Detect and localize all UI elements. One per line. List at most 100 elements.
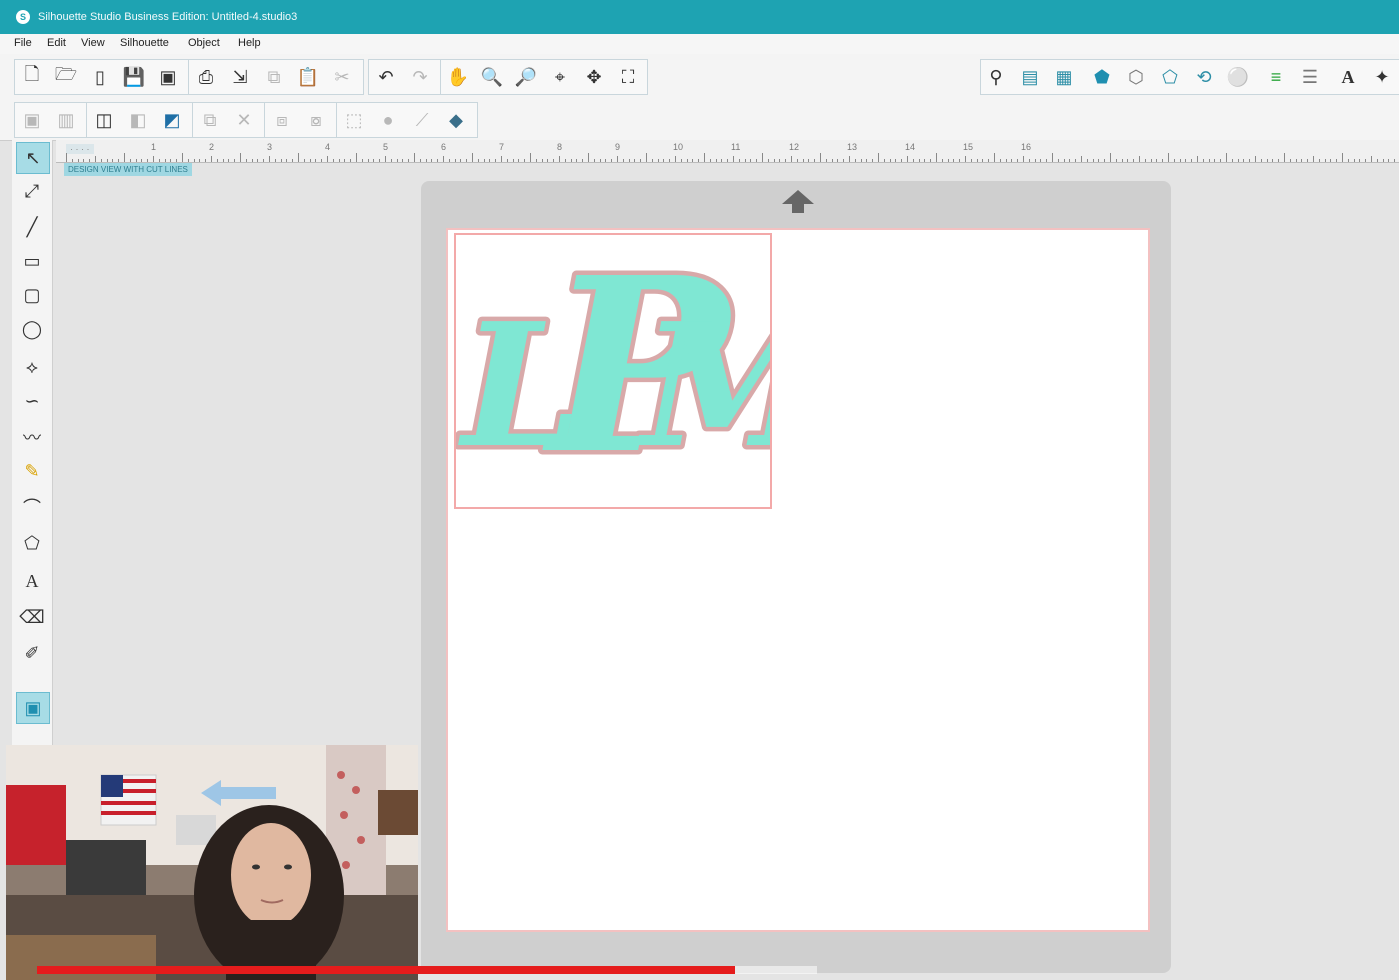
compound-icon[interactable]: ◫ [89, 105, 119, 135]
text-style-icon[interactable]: A [1333, 62, 1363, 92]
monogram-selection-box[interactable]: L P M L P M [454, 233, 772, 509]
menu-help[interactable]: Help [238, 37, 261, 49]
ellipse-tool-icon[interactable]: ◯ [16, 314, 48, 344]
subtract-icon[interactable]: ⧇ [301, 105, 331, 135]
copy-icon[interactable]: ⧉ [259, 62, 289, 92]
save-to-library-icon[interactable]: ▣ [153, 62, 183, 92]
edit-points-icon[interactable]: ⤢ [16, 176, 48, 206]
menu-object[interactable]: Object [188, 37, 220, 49]
ungroup-icon[interactable]: ▥ [51, 105, 81, 135]
ruler-tick [483, 159, 485, 162]
video-progress-fill[interactable] [37, 966, 736, 974]
transform-icon[interactable]: ✦ [1367, 62, 1397, 92]
weld-icon[interactable]: ⧈ [267, 105, 297, 135]
zoom-in-icon[interactable]: 🔍 [477, 62, 507, 92]
select-arrow-icon[interactable]: ↖ [16, 142, 50, 174]
polygon-tool-icon[interactable]: ⟡ [16, 352, 48, 382]
eraser-tool-icon[interactable]: ⌫ [16, 602, 48, 632]
curve-tool-icon[interactable]: ∽ [16, 386, 48, 416]
fill-color-icon[interactable]: ⚲ [981, 62, 1011, 92]
cut-icon[interactable]: ✂ [327, 62, 357, 92]
rectangle-tool-icon[interactable]: ▭ [16, 246, 48, 276]
ruler-tick [460, 159, 462, 162]
group-icon[interactable]: ▣ [17, 105, 47, 135]
open-folder-icon[interactable]: 🗁 [51, 62, 81, 92]
send-icon[interactable]: ⇲ [225, 62, 255, 92]
fit-page-icon[interactable]: ⛶ [613, 62, 643, 92]
arc-tool-icon[interactable]: ⌒ [16, 492, 48, 522]
freehand-tool-icon[interactable]: 〰 [16, 422, 48, 452]
page-setup-icon[interactable]: ▤ [1015, 62, 1045, 92]
save-icon[interactable]: 💾 [119, 62, 149, 92]
zoom-select-icon[interactable]: ⌖ [545, 62, 575, 92]
ruler-tick [1214, 159, 1216, 162]
replicate-icon[interactable]: ⚪ [1223, 62, 1253, 92]
load-direction-arrow-icon [778, 186, 818, 216]
text-tool-icon[interactable]: A [16, 566, 48, 596]
delete-icon[interactable]: ✕ [229, 105, 259, 135]
ruler-tick [199, 159, 201, 162]
rounded-rect-tool-icon[interactable]: ▢ [16, 280, 48, 310]
stack-icon[interactable]: ◆ [441, 105, 471, 135]
duplicate-icon[interactable]: ⧉ [195, 105, 225, 135]
ruler-number: 6 [441, 142, 447, 152]
library-icon[interactable]: ▯ [85, 62, 115, 92]
bring-front-icon[interactable]: ◩ [157, 105, 187, 135]
ruler-tick [327, 156, 328, 162]
file-tool-group: 🗋 🗁 ▯ 💾 ▣ [14, 59, 190, 95]
offset-icon[interactable]: ⬚ [339, 105, 369, 135]
design-view-icon[interactable]: ▣ [16, 692, 50, 724]
ruler-tick [709, 159, 711, 162]
redo-icon[interactable]: ↷ [405, 62, 435, 92]
line-style-icon[interactable]: ⬡ [1121, 62, 1151, 92]
ruler-tick [1249, 159, 1251, 162]
compound-tool-group: ◫ ◧ ◩ [86, 102, 194, 138]
drag-zoom-icon[interactable]: ✥ [579, 62, 609, 92]
ruler-number: 2 [209, 142, 215, 152]
ruler-tick [286, 159, 288, 162]
print-icon[interactable]: ⎙ [191, 62, 221, 92]
ruler-tick [1052, 153, 1053, 162]
trace-icon[interactable]: ⟲ [1189, 62, 1219, 92]
menu-view[interactable]: View [81, 37, 105, 49]
monogram-artwork[interactable]: L P M L P M [456, 235, 770, 507]
ruler-tick [912, 159, 914, 162]
fill-pattern-icon[interactable]: ⬟ [1087, 62, 1117, 92]
ruler-tick [640, 159, 642, 162]
new-doc-icon[interactable]: 🗋 [17, 62, 47, 92]
menu-edit[interactable]: Edit [47, 37, 66, 49]
ruler-tick [669, 159, 671, 162]
shape-icon[interactable]: ⬠ [1155, 62, 1185, 92]
ruler-tick [443, 156, 444, 162]
undo-icon[interactable]: ↶ [371, 62, 401, 92]
ruler-tick [849, 156, 850, 162]
ruler-tick [1197, 156, 1198, 162]
grid-icon[interactable]: ▦ [1049, 62, 1079, 92]
menu-file[interactable]: File [14, 37, 32, 49]
ruler-tick [472, 153, 473, 162]
line-color-icon[interactable]: ≡ [1261, 62, 1291, 92]
pan-hand-icon[interactable]: ✋ [443, 62, 473, 92]
align-icon[interactable]: ☰ [1295, 62, 1325, 92]
line-tool-icon[interactable]: ╱ [16, 212, 48, 242]
release-compound-icon[interactable]: ◧ [123, 105, 153, 135]
ruler-tick [240, 153, 241, 162]
ruler-units-label: · · · · [66, 144, 94, 154]
ruler-tick [251, 159, 253, 162]
ruler-tick [634, 159, 636, 162]
ruler-tick [611, 159, 613, 162]
ruler-tick [367, 159, 369, 162]
regular-polygon-icon[interactable]: ⬠ [16, 528, 48, 558]
menu-silhouette[interactable]: Silhouette [120, 37, 169, 49]
eraser-icon[interactable]: ⟋ [407, 105, 437, 135]
ruler-tick [762, 153, 763, 162]
zoom-out-icon[interactable]: 🔎 [511, 62, 541, 92]
ruler-tick [982, 159, 984, 162]
knife-tool-icon[interactable]: ✐ [16, 638, 48, 668]
smooth-freehand-icon[interactable]: ✎ [16, 456, 48, 486]
ruler-tick [112, 159, 114, 162]
paste-icon[interactable]: 📋 [293, 62, 323, 92]
ruler-tick [1330, 159, 1332, 162]
knife-icon[interactable]: ● [373, 105, 403, 135]
ruler-tick [564, 159, 566, 162]
